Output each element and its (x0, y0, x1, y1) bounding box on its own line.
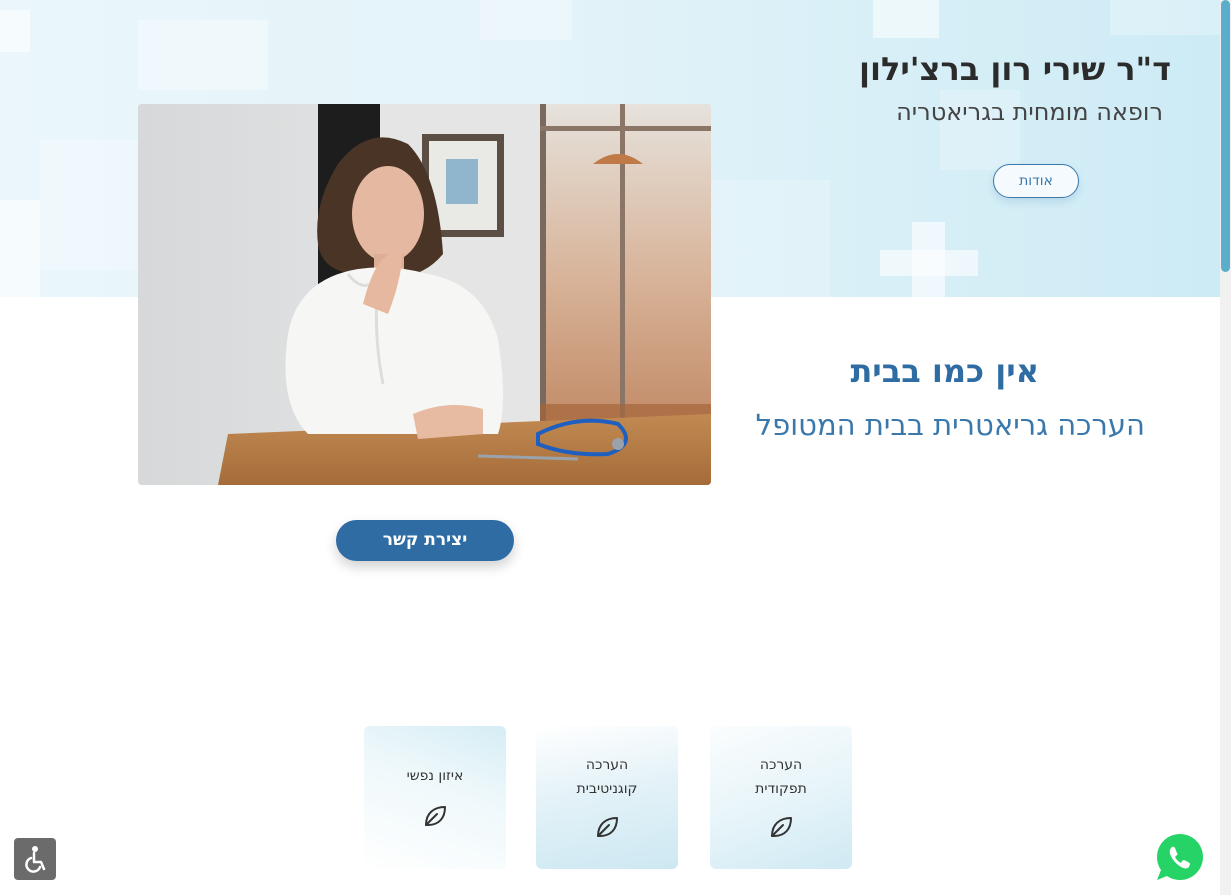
leaf-icon (425, 806, 446, 826)
service-card-functional[interactable]: הערכה תפקודית (710, 726, 852, 869)
bg-decor-square (0, 10, 30, 52)
bg-decor-square (873, 0, 939, 38)
about-button[interactable]: אודות (993, 164, 1079, 198)
service-card-title-line1: איזון נפשי (406, 768, 464, 784)
service-card-title-line2: תפקודית (755, 781, 807, 797)
bg-decor-square (138, 20, 268, 90)
service-card-title-line2: קוגניטיבית (576, 781, 638, 797)
leaf-icon (597, 817, 618, 837)
hero-tagline-subtitle: הערכה גריאטרית בבית המטופל (755, 408, 1145, 442)
service-card-title-line1: הערכה (585, 757, 629, 773)
scrollbar-thumb[interactable] (1221, 0, 1230, 272)
bg-decor-square (40, 140, 138, 270)
whatsapp-icon (1152, 830, 1208, 886)
bg-decor-square (480, 0, 572, 40)
bg-decor-square (1110, 0, 1220, 35)
doctor-photo-illustration (138, 104, 711, 485)
bg-decor-square (0, 200, 40, 297)
leaf-icon (771, 817, 792, 837)
doctor-portrait-photo (138, 104, 711, 485)
whatsapp-button[interactable] (1151, 829, 1209, 887)
doctor-specialty: רופאה מומחית בגריאטריה (896, 98, 1163, 126)
medical-cross-decor (880, 250, 978, 276)
doctor-name: ד"ר שירי רון ברצ'ילון (859, 50, 1171, 88)
accessibility-icon (25, 846, 46, 873)
hero-tagline-title: אין כמו בבית (850, 352, 1039, 390)
accessibility-button[interactable] (14, 838, 56, 880)
bg-decor-square (710, 180, 830, 297)
service-card-mental[interactable]: איזון נפשי (364, 726, 506, 869)
contact-button[interactable]: יצירת קשר (336, 520, 514, 561)
page-scrollbar[interactable] (1220, 0, 1231, 895)
service-card-cognitive[interactable]: הערכה קוגניטיבית (536, 726, 678, 869)
service-card-title-line1: הערכה (759, 757, 803, 773)
